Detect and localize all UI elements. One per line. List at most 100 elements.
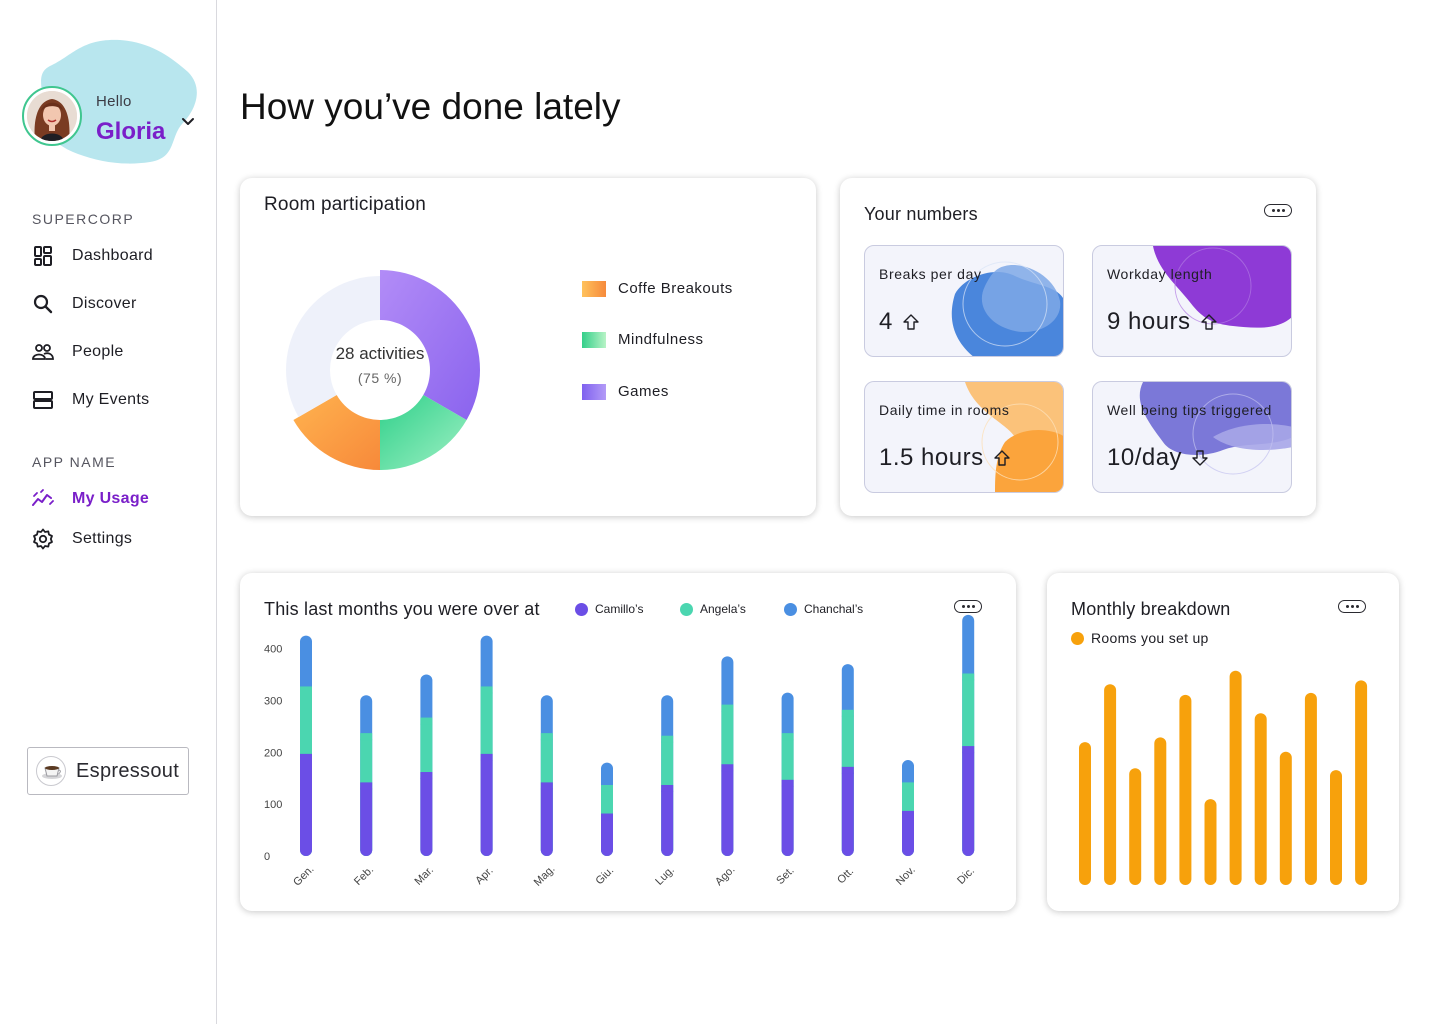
more-options-button[interactable]: [1264, 204, 1292, 217]
stacked-bar[interactable]: [601, 762, 613, 856]
nav-item-my-usage[interactable]: My Usage: [32, 485, 202, 513]
rooms-bar[interactable]: [1204, 799, 1217, 885]
bar-joint: [601, 813, 613, 821]
y-tick-label: 300: [264, 695, 282, 707]
monthly-rooms-card: This last months you were over at Camill…: [240, 573, 1016, 911]
rooms-bar[interactable]: [1279, 751, 1292, 885]
stacked-bar[interactable]: [480, 635, 493, 856]
bar-joint: [661, 784, 674, 792]
x-tick-label: Nov.: [894, 864, 918, 888]
legend-label: Games: [618, 383, 669, 400]
bar-joint: [480, 686, 493, 694]
rooms-bar[interactable]: [1079, 742, 1091, 885]
avatar-portrait: [27, 91, 77, 141]
tile-label: Daily time in rooms: [879, 402, 1010, 418]
nav-item-label: People: [72, 343, 124, 360]
nav-item-people[interactable]: People: [32, 338, 202, 366]
avatar[interactable]: [22, 86, 82, 146]
stacked-bar[interactable]: [300, 635, 312, 856]
stat-tile-breaks-per-day: Breaks per day 4: [864, 245, 1064, 357]
tile-value-text: 9 hours: [1107, 308, 1191, 335]
legend-swatch: [582, 331, 606, 348]
bar-joint: [360, 782, 373, 790]
nav-item-label: Discover: [72, 295, 137, 312]
section-label-supercorp: SUPERCORP: [32, 211, 135, 227]
rooms-bar[interactable]: [1129, 768, 1142, 885]
tile-label: Well being tips triggered: [1107, 402, 1272, 418]
bar-segment-camillos: [962, 747, 975, 856]
tile-value: 10/day: [1107, 444, 1210, 472]
arrow-down-icon: [1192, 450, 1208, 466]
tile-label: Breaks per day: [879, 266, 982, 282]
stacked-bar[interactable]: [781, 692, 794, 856]
nav-item-dashboard[interactable]: Dashboard: [32, 242, 202, 270]
nav-item-label: My Events: [72, 391, 150, 408]
rooms-bar[interactable]: [1154, 737, 1167, 885]
monthly-breakdown-bar-chart: [1079, 670, 1368, 885]
legend-item-games: Games: [582, 383, 669, 400]
nav-item-discover[interactable]: Discover: [32, 290, 202, 318]
rooms-bar[interactable]: [1104, 684, 1117, 885]
bar-segment-camillos: [300, 754, 312, 856]
tile-label: Workday length: [1107, 266, 1213, 282]
x-tick-label: Ott.: [835, 865, 856, 886]
stacked-bar[interactable]: [841, 664, 854, 856]
stacked-bar[interactable]: [360, 695, 373, 856]
nav-item-my-events[interactable]: My Events: [32, 386, 202, 414]
your-numbers-card: Your numbers Breaks per day 4 Workday le…: [840, 178, 1316, 516]
legend-label: Mindfulness: [618, 331, 704, 348]
tile-value: 4: [879, 308, 921, 336]
room-participation-card: Room participation 28 activities (75 %) …: [240, 178, 816, 516]
tile-value-text: 4: [879, 308, 893, 335]
bar-joint: [721, 704, 734, 712]
x-tick-label: Ago.: [713, 864, 737, 888]
rooms-bar[interactable]: [1229, 670, 1242, 885]
y-tick-label: 0: [264, 851, 270, 863]
rooms-bar[interactable]: [1330, 770, 1342, 885]
bar-joint: [360, 733, 373, 741]
bar-joint: [300, 753, 312, 761]
tile-decoration-blob: [1153, 246, 1291, 328]
stacked-bar[interactable]: [962, 614, 975, 856]
legend-swatch: [582, 280, 606, 297]
rooms-bar[interactable]: [1179, 694, 1192, 885]
user-profile[interactable]: Hello Gloria: [20, 38, 200, 166]
tile-value-text: 10/day: [1107, 444, 1183, 471]
arrow-up-icon: [1200, 314, 1217, 330]
bar-joint: [781, 779, 794, 787]
stacked-bar[interactable]: [902, 760, 914, 856]
bar-segment-camillos: [540, 783, 553, 856]
stacked-bar[interactable]: [721, 656, 734, 856]
bar-segment-camillos: [841, 767, 854, 856]
bar-joint: [480, 753, 493, 761]
bar-joint: [661, 735, 674, 743]
bar-joint: [420, 772, 433, 780]
nav-item-label: Settings: [72, 530, 133, 547]
bar-segment-camillos: [480, 754, 493, 856]
arrow-up-icon: [993, 450, 1010, 466]
stacked-bar[interactable]: [420, 674, 433, 856]
people-icon: [32, 344, 54, 360]
y-tick-label: 200: [264, 747, 282, 759]
bar-joint: [781, 733, 794, 741]
rooms-bar[interactable]: [1355, 680, 1368, 885]
greeting-text: Hello: [96, 93, 132, 110]
chevron-down-icon[interactable]: [180, 114, 196, 130]
stacked-bar[interactable]: [661, 695, 674, 856]
stat-tile-daily-time-in-rooms: Daily time in rooms 1.5 hours: [864, 381, 1064, 493]
bar-joint: [841, 766, 854, 774]
app-switcher-button[interactable]: Espressout: [27, 747, 189, 795]
rooms-bar[interactable]: [1254, 713, 1267, 885]
x-tick-label: Lug.: [653, 864, 677, 888]
tile-value-text: 1.5 hours: [879, 444, 984, 471]
donut-center-value: 28 activities: [335, 344, 425, 363]
sidebar: Hello Gloria SUPERCORP Dashboard Discove…: [0, 0, 217, 1024]
bar-segment-camillos: [781, 780, 794, 856]
donut-chart: 28 activities (75 %): [270, 260, 490, 480]
stacked-bar[interactable]: [540, 695, 553, 856]
x-tick-label: Dic.: [955, 865, 977, 887]
x-tick-label: Mar.: [412, 864, 436, 888]
x-tick-label: Gen.: [291, 863, 316, 888]
nav-item-settings[interactable]: Settings: [32, 525, 202, 553]
rooms-bar[interactable]: [1304, 692, 1317, 885]
